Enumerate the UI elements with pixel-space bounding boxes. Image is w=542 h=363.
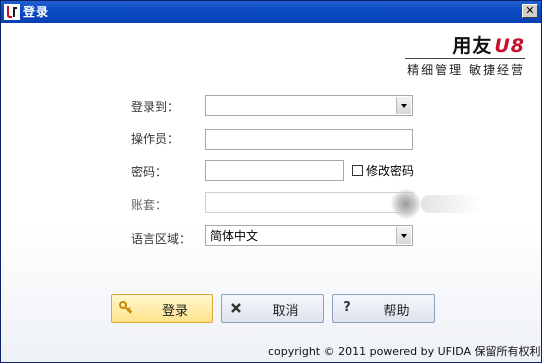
login-to-label: 登录到： (131, 100, 180, 114)
title-bar[interactable]: 登录 ✕ (1, 1, 541, 23)
login-dialog: 登录 ✕ 用友 U8 精细管理 敏捷经营 登录到： 操作员： 密码： 修改密码 … (0, 0, 542, 363)
language-value: 简体中文 (210, 229, 259, 243)
login-button[interactable]: 登录 (111, 294, 213, 323)
login-to-combo[interactable] (205, 95, 413, 116)
brand-name: 用友 U8 (452, 35, 525, 57)
cancel-button[interactable]: 取消 (221, 294, 324, 323)
change-password-checkbox[interactable] (352, 165, 363, 176)
close-icon: ✕ (525, 4, 535, 17)
password-label: 密码： (131, 165, 168, 179)
account-combo[interactable] (205, 192, 413, 213)
chevron-down-icon[interactable] (396, 227, 411, 244)
window-title: 登录 (23, 5, 50, 19)
redaction-blur (391, 189, 421, 219)
help-button[interactable]: ? 帮助 (332, 294, 435, 323)
operator-label: 操作员： (131, 132, 180, 146)
change-password-label[interactable]: 修改密码 (366, 162, 414, 179)
chevron-down-icon[interactable] (396, 97, 411, 114)
close-button[interactable]: ✕ (522, 4, 538, 18)
brand-slogan: 精细管理 敏捷经营 (407, 63, 525, 77)
ufida-logo-icon (4, 4, 20, 20)
copyright-text: copyright © 2011 powered by UFIDA 保留所有权利 (268, 345, 541, 358)
brand-logo: 用友 U8 精细管理 敏捷经营 (393, 31, 533, 77)
password-input[interactable] (205, 160, 344, 181)
operator-input[interactable] (205, 129, 413, 150)
account-label: 账套： (131, 198, 168, 212)
language-combo[interactable]: 简体中文 (205, 225, 413, 246)
dialog-content: 用友 U8 精细管理 敏捷经营 登录到： 操作员： 密码： 修改密码 账套： 语… (1, 23, 541, 362)
redaction-smudge (421, 195, 481, 213)
language-label: 语言区域： (131, 232, 192, 246)
brand-divider (405, 58, 525, 59)
